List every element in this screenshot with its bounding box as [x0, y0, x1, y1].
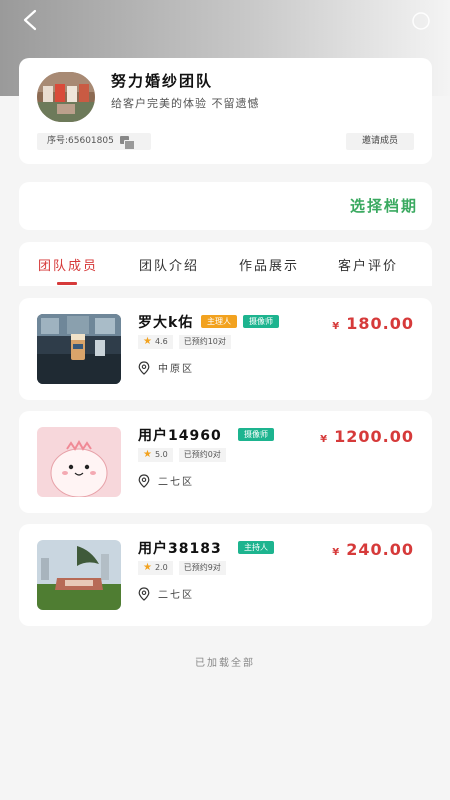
member-photo	[37, 314, 121, 384]
member-name: 用户14960	[138, 428, 222, 444]
role-tags: 摄像师	[238, 428, 274, 441]
rating-badge: ★ 4.6	[138, 335, 173, 349]
share-icon	[412, 12, 430, 30]
copy-icon[interactable]	[119, 135, 135, 150]
member-photo	[37, 540, 121, 610]
member-location: 二七区	[138, 473, 194, 488]
rating-value: 4.6	[154, 337, 168, 346]
chevron-left-icon	[23, 9, 37, 31]
member-location: 二七区	[138, 586, 194, 601]
team-name: 努力婚纱团队	[111, 72, 214, 90]
team-avatar	[37, 72, 95, 122]
booked-count: 已预约10对	[178, 335, 231, 349]
role-tag: 摄像师	[243, 315, 279, 328]
member-stats: ★ 4.6 已预约10对	[138, 335, 231, 349]
load-complete-text: 已加载全部	[195, 658, 255, 669]
booked-count: 已预约9对	[178, 561, 226, 575]
price-value: 180.00	[346, 314, 414, 333]
role-tags: 主持人	[238, 541, 274, 554]
team-info-card: 努力婚纱团队 给客户完美的体验 不留遗憾 序号:65601805 邀请成员	[19, 58, 432, 164]
tab-portfolio[interactable]: 作品展示	[239, 255, 299, 274]
member-price: ¥180.00	[332, 314, 414, 333]
member-stats: ★ 2.0 已预约9对	[138, 561, 226, 575]
location-pin-icon	[138, 473, 150, 488]
tab-reviews[interactable]: 客户评价	[338, 255, 398, 274]
rating-badge: ★ 5.0	[138, 448, 173, 462]
member-card[interactable]: 罗大k佑 主理人 摄像师 ¥180.00 ★ 4.6 已预约10对 中原区	[19, 298, 432, 400]
member-location: 中原区	[138, 360, 194, 375]
booked-count: 已预约0对	[178, 448, 226, 462]
member-card[interactable]: 用户38183 主持人 ¥240.00 ★ 2.0 已预约9对 二七区	[19, 524, 432, 626]
tab-team-intro[interactable]: 团队介绍	[139, 255, 199, 274]
member-name: 罗大k佑	[138, 315, 194, 331]
currency-symbol: ¥	[332, 321, 341, 332]
currency-symbol: ¥	[332, 547, 341, 558]
location-pin-icon	[138, 360, 150, 375]
tab-team-members[interactable]: 团队成员	[38, 255, 98, 274]
member-stats: ★ 5.0 已预约0对	[138, 448, 226, 462]
price-value: 240.00	[346, 540, 414, 559]
team-id-text: 序号:65601805	[47, 136, 114, 146]
role-tags: 主理人 摄像师	[201, 315, 279, 328]
price-value: 1200.00	[334, 427, 414, 446]
currency-symbol: ¥	[320, 434, 329, 445]
location-text: 二七区	[158, 477, 194, 488]
location-text: 二七区	[158, 590, 194, 601]
member-price: ¥240.00	[332, 540, 414, 559]
star-icon: ★	[143, 449, 152, 460]
rating-value: 5.0	[154, 450, 168, 459]
location-pin-icon	[138, 586, 150, 601]
rating-value: 2.0	[154, 563, 168, 572]
member-price: ¥1200.00	[320, 427, 414, 446]
location-text: 中原区	[158, 364, 194, 375]
member-photo	[37, 427, 121, 497]
role-tag: 摄像师	[238, 428, 274, 441]
share-button[interactable]	[410, 10, 432, 32]
team-id-field: 序号:65601805	[37, 133, 151, 150]
role-tag: 主理人	[201, 315, 237, 328]
back-button[interactable]	[18, 8, 42, 32]
role-tag: 主持人	[238, 541, 274, 554]
team-slogan: 给客户完美的体验 不留遗憾	[111, 97, 260, 110]
member-card[interactable]: 用户14960 摄像师 ¥1200.00 ★ 5.0 已预约0对 二七区	[19, 411, 432, 513]
member-name: 用户38183	[138, 541, 222, 557]
select-schedule-button[interactable]: 选择档期	[350, 195, 418, 216]
schedule-card: 选择档期	[19, 182, 432, 230]
tabs-bar: 团队成员 团队介绍 作品展示 客户评价	[19, 242, 432, 286]
rating-badge: ★ 2.0	[138, 561, 173, 575]
star-icon: ★	[143, 562, 152, 573]
active-tab-indicator	[57, 282, 77, 285]
invite-members-button[interactable]: 邀请成员	[346, 133, 414, 150]
star-icon: ★	[143, 336, 152, 347]
